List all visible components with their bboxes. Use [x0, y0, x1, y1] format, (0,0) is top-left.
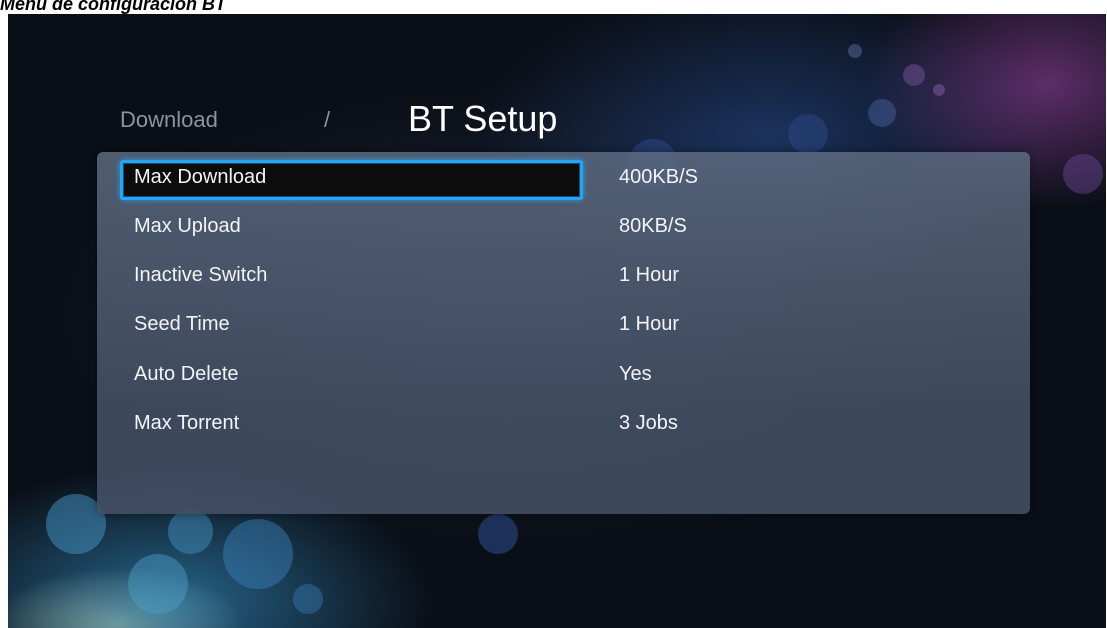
background-bokeh: [168, 509, 213, 554]
background-bokeh: [478, 514, 518, 554]
setting-value: Yes: [619, 363, 652, 385]
setting-label: Max Upload: [134, 215, 241, 237]
setting-label: Auto Delete: [134, 363, 239, 385]
background-bokeh: [788, 114, 828, 154]
background-bokeh: [293, 584, 323, 614]
background-bokeh: [903, 64, 925, 86]
setting-row-max-upload[interactable]: Max Upload 80KB/S: [97, 209, 1030, 249]
background-bokeh: [848, 44, 862, 58]
document-caption: Menú de configuración BT: [0, 0, 227, 14]
page-title: BT Setup: [408, 98, 558, 139]
setting-row-max-torrent[interactable]: Max Torrent 3 Jobs: [97, 406, 1030, 446]
background-bokeh: [128, 554, 188, 614]
background-bokeh: [1063, 154, 1103, 194]
setting-label: Max Download: [134, 166, 267, 188]
setting-value: 400KB/S: [619, 166, 698, 188]
setting-value: 80KB/S: [619, 215, 687, 237]
setting-row-max-download[interactable]: Max Download 400KB/S: [97, 160, 1030, 200]
setting-value: 3 Jobs: [619, 412, 678, 434]
setting-value: 1 Hour: [619, 264, 680, 286]
breadcrumb-separator: /: [324, 107, 331, 132]
breadcrumb-download: Download: [120, 107, 218, 132]
settings-panel: Max Download 400KB/S Max Upload 80KB/S I…: [97, 152, 1030, 514]
setting-row-auto-delete[interactable]: Auto Delete Yes: [97, 357, 1030, 397]
setting-row-seed-time[interactable]: Seed Time 1 Hour: [97, 307, 1030, 347]
setting-label: Inactive Switch: [134, 264, 268, 286]
bt-setup-screen: Download / BT Setup Max Download 400KB/S…: [8, 14, 1106, 628]
setting-label: Max Torrent: [134, 412, 240, 434]
setting-value: 1 Hour: [619, 313, 680, 335]
setting-row-inactive-switch[interactable]: Inactive Switch 1 Hour: [97, 258, 1030, 298]
background-bokeh: [868, 99, 896, 127]
background-bokeh: [223, 519, 293, 589]
background-bokeh: [933, 84, 945, 96]
setting-label: Seed Time: [134, 313, 230, 335]
